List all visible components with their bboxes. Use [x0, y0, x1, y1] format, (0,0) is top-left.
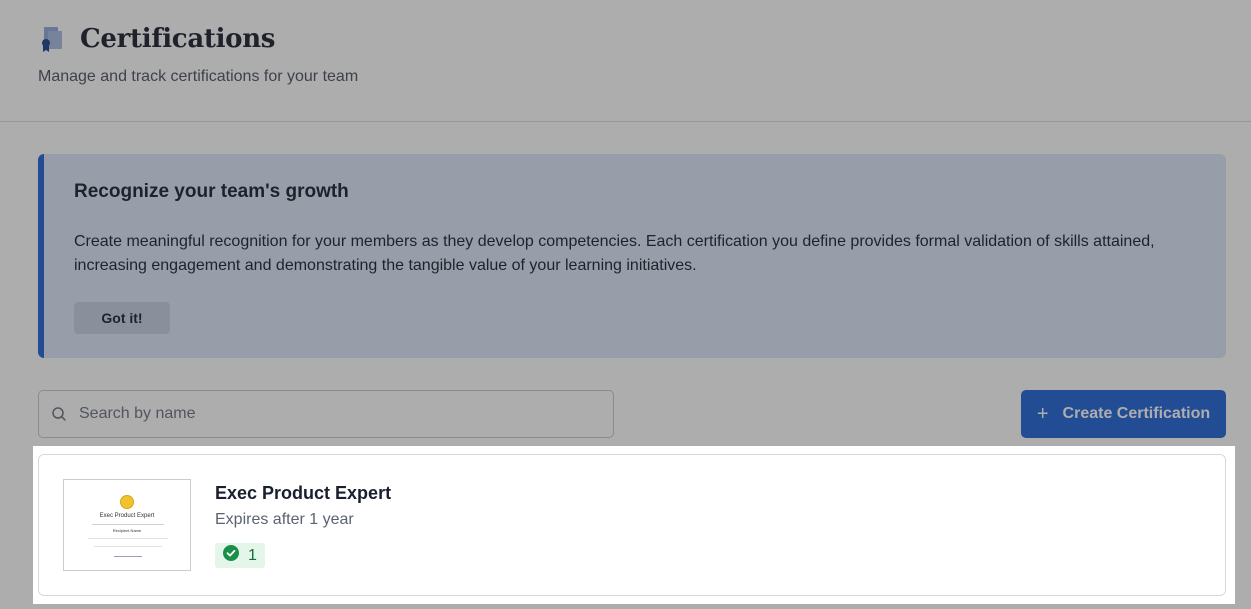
certification-name[interactable]: Exec Product Expert: [215, 483, 391, 504]
thumbnail-divider: [92, 524, 164, 525]
earned-count-badge: 1: [215, 543, 265, 568]
thumbnail-logo-line: [114, 556, 142, 557]
certification-card[interactable]: Exec Product Expert Recipient Name Exec …: [38, 454, 1226, 596]
thumbnail-text-line: [94, 546, 162, 547]
check-circle-icon: [223, 545, 239, 566]
thumbnail-recipient: Recipient Name: [112, 528, 142, 533]
thumbnail-title: Exec Product Expert: [99, 513, 155, 519]
earned-count: 1: [248, 546, 257, 564]
certificate-thumbnail: Exec Product Expert Recipient Name: [63, 479, 191, 571]
thumbnail-text-line: [88, 538, 168, 539]
highlighted-region: Exec Product Expert Recipient Name Exec …: [33, 446, 1235, 604]
medal-icon: [120, 495, 134, 509]
certification-expiry: Expires after 1 year: [215, 511, 354, 528]
